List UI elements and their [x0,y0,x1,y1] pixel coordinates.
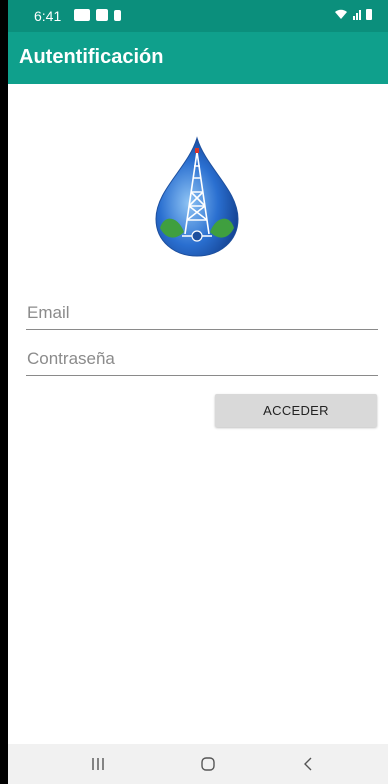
password-field[interactable] [26,343,378,376]
home-icon [201,757,215,771]
app-bar: Autentificación [8,32,388,84]
status-bar: 6:41 [8,0,388,32]
email-field[interactable] [26,297,378,330]
signal-icon [353,8,361,20]
gallery-icon [74,9,90,21]
notification-icons [74,9,121,21]
water-drop-logo [155,136,239,257]
phone-screen: 6:41 Autentificación Email ACCEDER [8,0,388,784]
battery-icon [366,9,372,20]
back-button[interactable] [293,752,323,776]
back-icon [304,757,312,771]
notification-icon [96,9,108,21]
login-button[interactable]: ACCEDER [215,394,377,427]
card-icon [114,9,121,21]
recents-button[interactable] [83,752,113,776]
wifi-icon [335,9,347,19]
status-time: 6:41 [34,8,62,24]
home-button[interactable] [193,752,223,776]
system-status-icons [334,8,372,20]
recents-icon [92,758,104,770]
page-title: Autentificación [19,46,164,68]
navigation-bar [8,744,388,784]
